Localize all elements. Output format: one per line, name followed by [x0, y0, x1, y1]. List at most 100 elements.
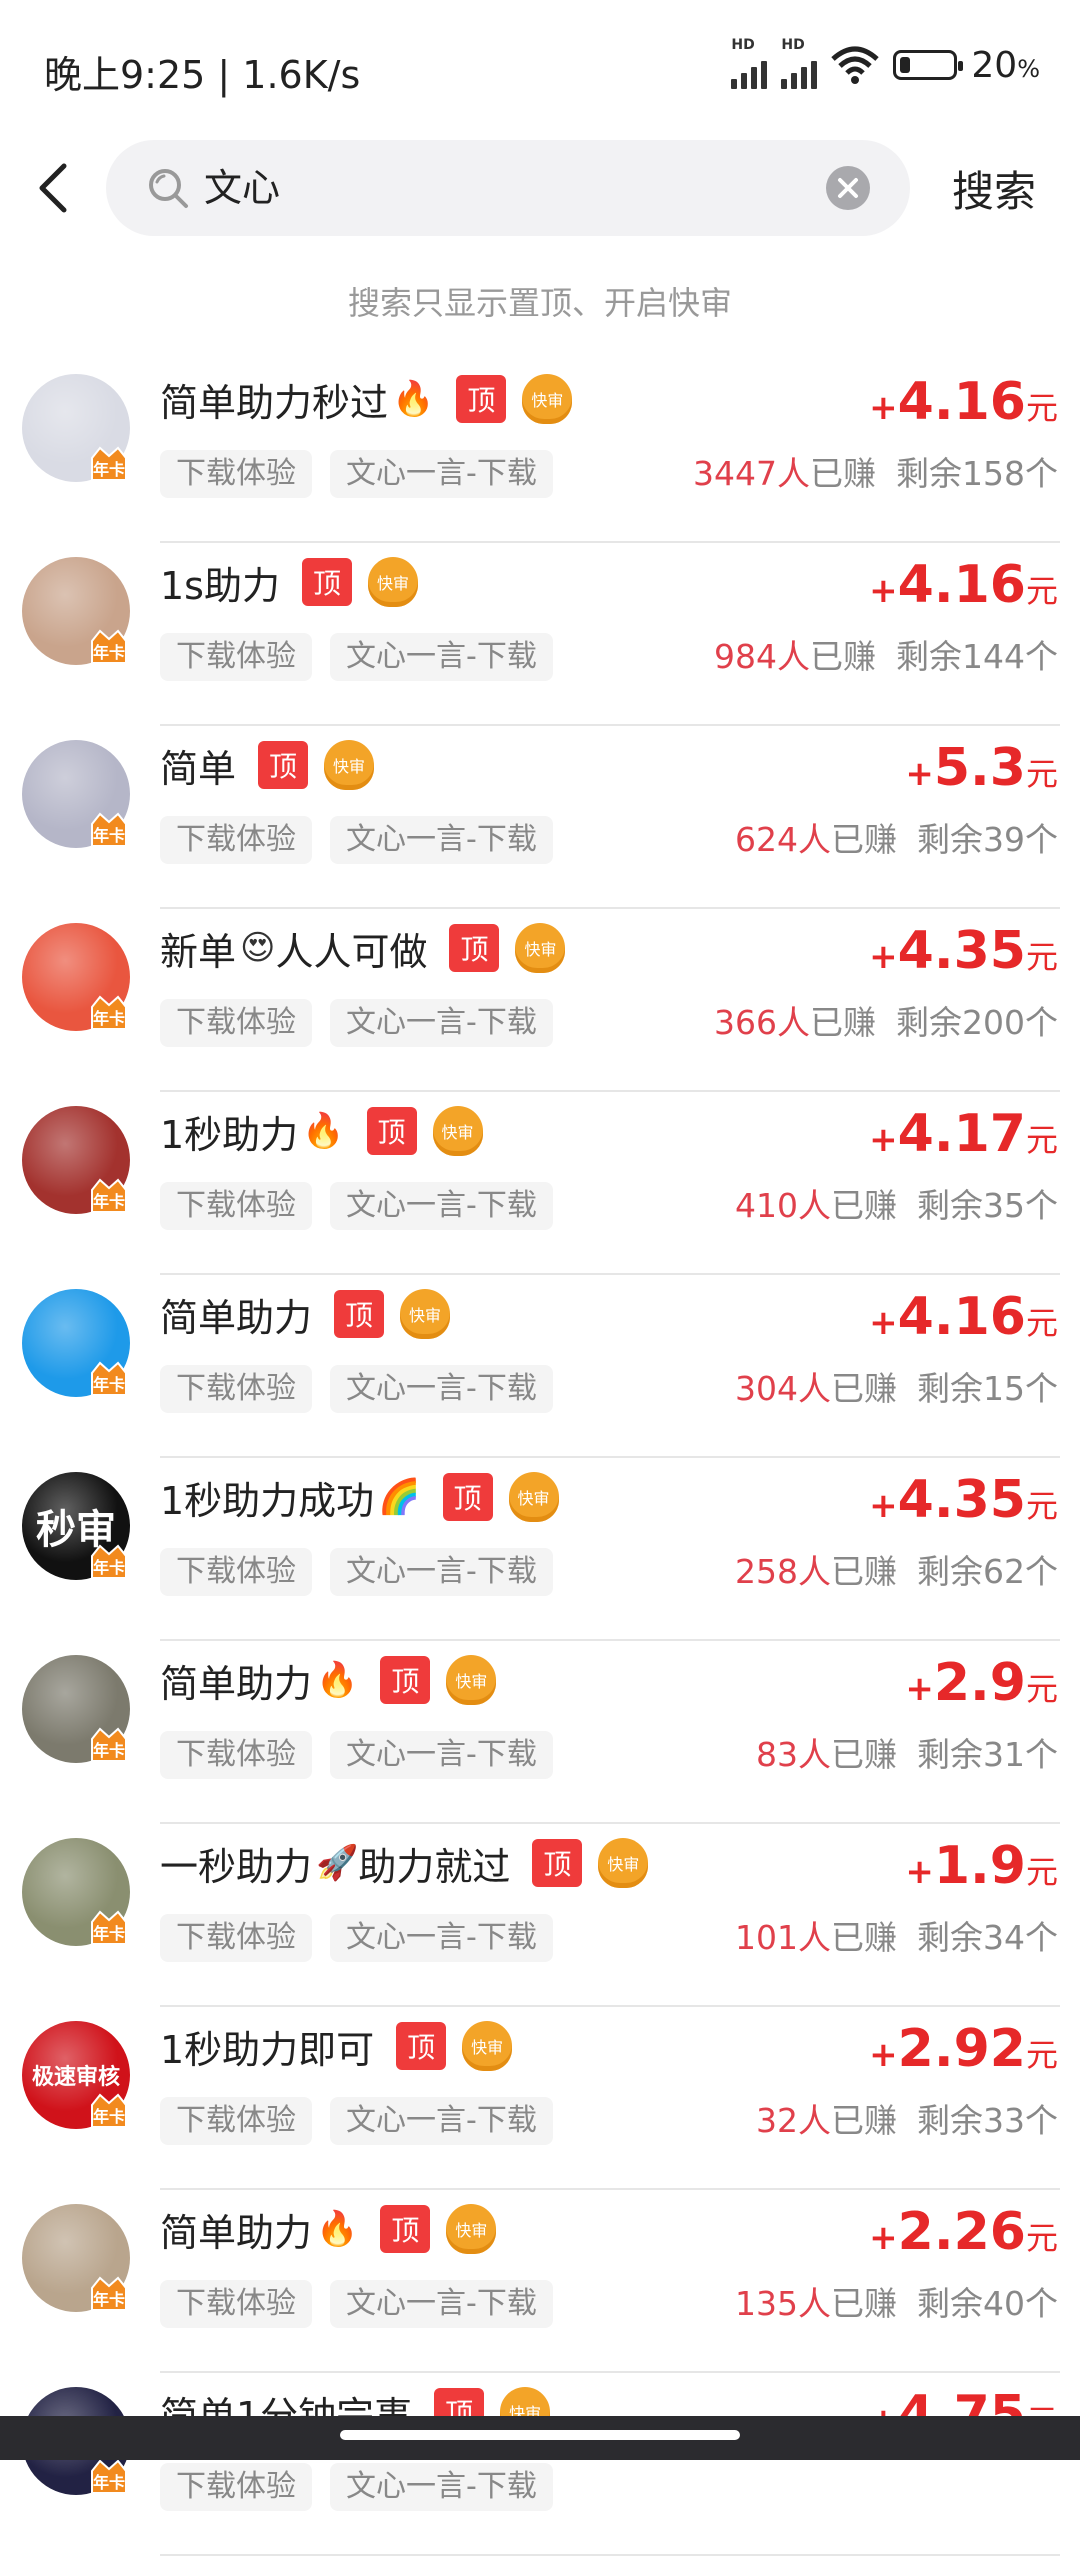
task-row[interactable]: 年卡 简单助力 🔥 顶 快审 下载体验 文心一言-下载 +2.9元 83人已赚剩…	[0, 1641, 1080, 1824]
pinned-badge: 顶	[334, 1290, 385, 1338]
task-tag: 下载体验	[160, 1731, 312, 1779]
task-tag: 下载体验	[160, 1365, 312, 1413]
earned-count: 258人	[735, 1552, 831, 1591]
earned-count: 304人	[735, 1369, 831, 1408]
clear-search-button[interactable]	[826, 166, 870, 210]
fast-review-badge: 快审	[515, 923, 566, 973]
annual-card-label: 年卡	[92, 460, 125, 479]
remaining-count: 剩余31个	[917, 1735, 1058, 1774]
task-title-line: 1s助力 顶 快审	[160, 553, 418, 611]
fast-review-badge: 快审	[446, 1655, 497, 1705]
task-tag: 下载体验	[160, 816, 312, 864]
task-reward: +4.35元	[869, 921, 1058, 981]
task-row[interactable]: 年卡 简单1分钟完事 顶 快审 下载体验 文心一言-下载 +4.75元	[0, 2373, 1080, 2556]
task-row[interactable]: 年卡 简单助力 顶 快审 下载体验 文心一言-下载 +4.16元 304人已赚剩…	[0, 1275, 1080, 1458]
earned-count: 366人	[714, 1003, 810, 1042]
task-row[interactable]: 年卡 1s助力 顶 快审 下载体验 文心一言-下载 +4.16元 984人已赚剩…	[0, 543, 1080, 726]
task-reward: +4.16元	[869, 555, 1058, 615]
task-title: 简单	[160, 746, 237, 791]
task-row[interactable]: 年卡 一秒助力 🚀 助力就过 顶 快审 下载体验 文心一言-下载 +1.9元 1…	[0, 1824, 1080, 2007]
fast-review-badge: 快审	[522, 374, 573, 424]
task-tag: 下载体验	[160, 2097, 312, 2145]
task-tags: 下载体验 文心一言-下载	[160, 999, 553, 1047]
fast-review-badge: 快审	[462, 2021, 513, 2071]
task-row[interactable]: 年卡 简单助力 🔥 顶 快审 下载体验 文心一言-下载 +2.26元 135人已…	[0, 2190, 1080, 2373]
task-tags: 下载体验 文心一言-下载	[160, 1182, 553, 1230]
task-title-line: 简单助力 🔥 顶 快审	[160, 1651, 497, 1709]
task-row[interactable]: 年卡 新单 😍 人人可做 顶 快审 下载体验 文心一言-下载 +4.35元 36…	[0, 909, 1080, 1092]
remaining-count: 剩余144个	[896, 637, 1058, 676]
search-hint: 搜索只显示置顶、开启快审	[347, 284, 732, 322]
earned-count: 624人	[735, 820, 831, 859]
task-row[interactable]: 秒审 年卡 1秒助力成功 🌈 顶 快审 下载体验 文心一言-下载 +4.35元 …	[0, 1458, 1080, 1641]
task-row[interactable]: 极速审核 年卡 1秒助力即可 顶 快审 下载体验 文心一言-下载 +2.92元 …	[0, 2007, 1080, 2190]
pinned-badge: 顶	[396, 2022, 447, 2070]
task-tag: 文心一言-下载	[330, 1914, 553, 1962]
pinned-badge: 顶	[380, 2205, 431, 2253]
task-stats: 83人已赚 剩余31个	[756, 1731, 1058, 1779]
task-title-line: 一秒助力 🚀 助力就过 顶 快审	[160, 1834, 649, 1892]
search-icon	[149, 169, 188, 208]
pinned-badge: 顶	[456, 375, 507, 423]
search-input[interactable]: 文心	[106, 140, 910, 236]
task-reward: +4.16元	[869, 372, 1058, 432]
annual-card-label: 年卡	[92, 1375, 125, 1394]
task-tags: 下载体验 文心一言-下载	[160, 450, 553, 498]
annual-card-label: 年卡	[92, 1741, 125, 1760]
earned-label: 已赚	[831, 1735, 897, 1774]
task-stats: 32人已赚 剩余33个	[756, 2097, 1058, 2145]
task-title-line: 1秒助力 🔥 顶 快审	[160, 1102, 483, 1160]
task-stats: 410人已赚 剩余35个	[735, 1182, 1058, 1230]
annual-card-label: 年卡	[92, 1192, 125, 1211]
back-arrow-icon[interactable]	[30, 160, 80, 216]
fast-review-badge: 快审	[508, 1472, 559, 1522]
emoji-icon: 🔥	[316, 2209, 359, 2249]
task-title: 简单助力	[160, 1295, 313, 1340]
search-submit-button[interactable]: 搜索	[952, 158, 1036, 219]
remaining-count: 剩余62个	[917, 1552, 1058, 1591]
task-tags: 下载体验 文心一言-下载	[160, 2463, 553, 2511]
task-row[interactable]: 年卡 简单 顶 快审 下载体验 文心一言-下载 +5.3元 624人已赚 剩余39…	[0, 726, 1080, 909]
status-bar: 晚上9:25 | 1.6K/s HD HD 20%	[0, 0, 1080, 130]
task-tag: 下载体验	[160, 2463, 312, 2511]
annual-card-label: 年卡	[92, 2107, 125, 2126]
task-tag: 下载体验	[160, 450, 312, 498]
pinned-badge: 顶	[258, 741, 309, 789]
emoji-icon: 🔥	[316, 1660, 359, 1700]
remaining-count: 剩余158个	[896, 454, 1058, 493]
search-query[interactable]: 文心	[204, 162, 280, 214]
task-stats	[1038, 2463, 1058, 2511]
task-tag: 文心一言-下载	[330, 2463, 553, 2511]
task-title: 新单	[160, 929, 237, 974]
earned-count: 135人	[735, 2284, 831, 2323]
task-tag: 下载体验	[160, 1182, 312, 1230]
task-tags: 下载体验 文心一言-下载	[160, 1548, 553, 1596]
task-list: 年卡 简单助力秒过 🔥 顶 快审 下载体验 文心一言-下载 +4.16元 344…	[0, 360, 1080, 2556]
emoji-icon: 🌈	[378, 1477, 421, 1517]
annual-card-label: 年卡	[92, 2290, 125, 2309]
fast-review-badge: 快审	[400, 1289, 451, 1339]
battery-percent: 20%	[971, 44, 1040, 86]
task-title-line: 简单助力秒过 🔥 顶 快审	[160, 370, 573, 428]
task-stats: 135人已赚 剩余40个	[735, 2280, 1058, 2328]
earned-label: 已赚	[831, 2284, 897, 2323]
task-reward: +2.26元	[869, 2202, 1058, 2262]
signal-sim1-icon: HD	[731, 37, 768, 89]
task-tag: 文心一言-下载	[330, 2280, 553, 2328]
task-row[interactable]: 年卡 1秒助力 🔥 顶 快审 下载体验 文心一言-下载 +4.17元 410人已…	[0, 1092, 1080, 1275]
remaining-count: 剩余35个	[917, 1186, 1058, 1225]
task-title: 1s助力	[160, 563, 280, 608]
task-tags: 下载体验 文心一言-下载	[160, 1914, 553, 1962]
home-indicator[interactable]	[340, 2430, 740, 2440]
task-stats: 624人已赚 剩余39个	[735, 816, 1058, 864]
task-tag: 文心一言-下载	[330, 633, 553, 681]
task-tags: 下载体验 文心一言-下载	[160, 1731, 553, 1779]
task-tag: 文心一言-下载	[330, 2097, 553, 2145]
task-title: 简单助力	[160, 2210, 313, 2255]
task-title: 1秒助力	[160, 1112, 299, 1157]
pinned-badge: 顶	[532, 1839, 583, 1887]
task-title: 一秒助力	[160, 1844, 313, 1889]
fast-review-badge: 快审	[367, 557, 418, 607]
task-row[interactable]: 年卡 简单助力秒过 🔥 顶 快审 下载体验 文心一言-下载 +4.16元 344…	[0, 360, 1080, 543]
task-tag: 文心一言-下载	[330, 1731, 553, 1779]
